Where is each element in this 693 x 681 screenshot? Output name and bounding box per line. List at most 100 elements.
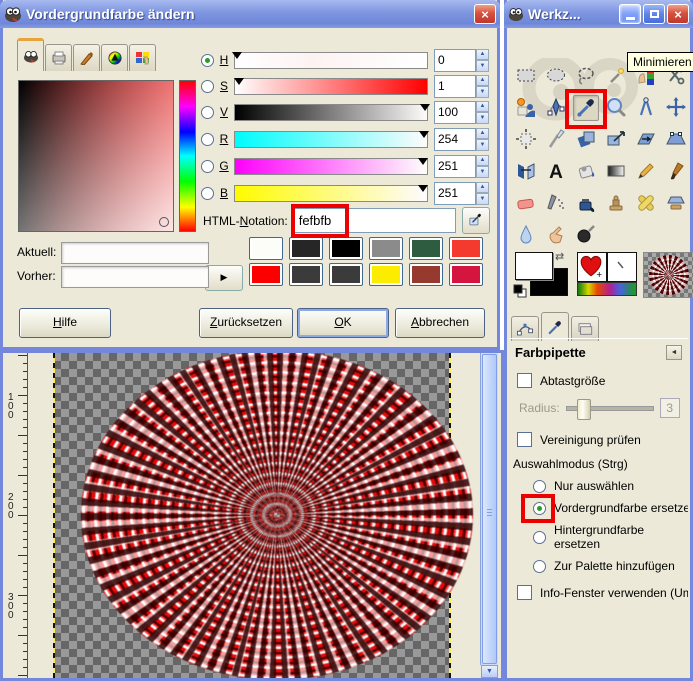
b-radio[interactable] — [201, 186, 214, 200]
tool-flip-button[interactable] — [513, 159, 539, 185]
tool-align-button[interactable] — [513, 127, 539, 153]
cancel-button[interactable]: Abbrechen — [395, 308, 485, 338]
default-colors-icon[interactable] — [513, 284, 527, 298]
tool-heal-button[interactable] — [633, 191, 659, 217]
h-spin-buttons[interactable]: ▲ ▼ — [476, 48, 489, 72]
tool-perspective-clone-button[interactable] — [663, 191, 689, 217]
hue-strip[interactable] — [179, 80, 196, 232]
set-foreground-radio[interactable] — [533, 501, 546, 515]
history-swatch[interactable] — [409, 263, 443, 286]
canvas-area[interactable] — [28, 353, 478, 678]
history-swatch[interactable] — [449, 263, 483, 286]
tool-eraser-button[interactable] — [513, 191, 539, 217]
r-radio[interactable] — [201, 132, 214, 146]
tool-move-button[interactable] — [663, 95, 689, 121]
tab-gimp-selector[interactable] — [17, 38, 44, 71]
g-slider[interactable] — [234, 157, 428, 175]
brush-preview[interactable]: + — [577, 252, 607, 282]
html-notation-field[interactable] — [290, 204, 456, 238]
tool-smudge-button[interactable] — [543, 223, 569, 249]
close-button[interactable]: × — [474, 4, 496, 24]
g-spin-buttons[interactable]: ▲ ▼ — [476, 154, 489, 178]
r-slider[interactable] — [234, 130, 429, 148]
pattern-preview[interactable] — [607, 252, 637, 282]
tab-palette-selector[interactable] — [129, 44, 156, 71]
v-slider[interactable] — [234, 103, 430, 121]
tool-ink-button[interactable] — [573, 191, 599, 217]
history-swatch[interactable] — [369, 263, 403, 286]
panel-menu-button[interactable]: ◄ — [666, 345, 682, 360]
h-slider[interactable] — [232, 51, 428, 69]
history-swatch[interactable] — [409, 237, 443, 260]
minimize-button[interactable] — [619, 4, 641, 24]
tool-paths-button[interactable] — [543, 95, 569, 121]
s-radio[interactable] — [201, 79, 214, 93]
maximize-button[interactable] — [643, 4, 665, 24]
history-swatch[interactable] — [289, 237, 323, 260]
radius-slider[interactable] — [565, 398, 654, 420]
tool-bucket-fill-button[interactable] — [573, 159, 599, 185]
tool-blur-sharpen-button[interactable] — [513, 223, 539, 249]
tool-ellipse-select-button[interactable] — [543, 63, 569, 89]
b-spin-buttons[interactable]: ▲ ▼ — [476, 181, 489, 205]
active-image-thumbnail[interactable] — [643, 252, 693, 298]
tab-watercolor-selector[interactable] — [73, 44, 100, 71]
help-button[interactable]: Hilfe — [19, 308, 111, 338]
b-slider[interactable] — [234, 184, 428, 202]
tab-wheel-selector[interactable] — [101, 44, 128, 71]
saturation-value-square[interactable] — [18, 80, 174, 232]
r-spin-buttons[interactable]: ▲ ▼ — [476, 127, 489, 151]
tab-cmyk-selector[interactable] — [45, 44, 72, 71]
tool-crop-button[interactable] — [543, 127, 569, 153]
tool-clone-button[interactable] — [603, 191, 629, 217]
scroll-down-button[interactable]: ▼ — [481, 665, 498, 678]
sample-merged-checkbox[interactable] — [517, 432, 532, 447]
tool-shear-button[interactable] — [633, 127, 659, 153]
v-spin-buttons[interactable]: ▲ ▼ — [476, 100, 489, 124]
tool-foreground-select-button[interactable] — [513, 95, 539, 121]
v-value-input[interactable] — [434, 100, 476, 124]
tab-color-picker-options[interactable] — [541, 312, 569, 341]
sample-size-checkbox[interactable] — [517, 373, 532, 388]
scrollbar-thumb[interactable] — [482, 354, 497, 664]
history-menu-button[interactable]: ▶ — [205, 265, 243, 291]
swap-colors-icon[interactable]: ⇄ — [555, 250, 564, 263]
tool-zoom-button[interactable] — [603, 95, 629, 121]
image-red-moire-pattern[interactable] — [81, 353, 473, 678]
close-button[interactable]: × — [667, 4, 689, 24]
tool-color-picker-button[interactable] — [565, 89, 607, 129]
reset-button[interactable]: Zurücksetzen — [199, 308, 293, 338]
set-background-radio[interactable] — [533, 530, 546, 544]
tool-rectangle-select-button[interactable] — [513, 63, 539, 89]
s-spin-buttons[interactable]: ▲ ▼ — [476, 74, 489, 98]
history-swatch[interactable] — [369, 237, 403, 260]
tool-pencil-button[interactable] — [633, 159, 659, 185]
pick-color-from-screen-button[interactable] — [461, 207, 490, 234]
foreground-color-swatch[interactable] — [515, 252, 553, 280]
tool-dodge-burn-button[interactable] — [573, 223, 599, 249]
g-radio[interactable] — [201, 159, 214, 173]
gradient-preview[interactable] — [577, 282, 637, 296]
h-radio[interactable] — [201, 53, 214, 67]
history-swatch[interactable] — [329, 263, 363, 286]
s-slider[interactable] — [234, 77, 428, 95]
h-value-input[interactable] — [434, 48, 476, 72]
pick-only-radio[interactable] — [533, 479, 546, 493]
dialog-titlebar[interactable]: Vordergrundfarbe ändern × — [0, 0, 500, 28]
html-notation-input[interactable] — [296, 210, 451, 231]
tool-measure-button[interactable] — [633, 95, 659, 121]
tool-text-button[interactable]: A — [543, 159, 569, 185]
tool-rotate-button[interactable] — [573, 127, 599, 153]
b-value-input[interactable] — [434, 181, 476, 205]
g-value-input[interactable] — [434, 154, 476, 178]
radius-slider-thumb[interactable] — [576, 398, 591, 420]
tool-paintbrush-button[interactable] — [663, 159, 689, 185]
history-swatch[interactable] — [329, 237, 363, 260]
history-swatch[interactable] — [449, 237, 483, 260]
s-value-input[interactable] — [434, 74, 476, 98]
history-swatch[interactable] — [249, 263, 283, 286]
ok-button[interactable]: OK — [297, 308, 389, 338]
history-swatch[interactable] — [289, 263, 323, 286]
canvas-vertical-scrollbar[interactable] — [480, 353, 498, 665]
tool-free-select-button[interactable] — [573, 63, 599, 89]
